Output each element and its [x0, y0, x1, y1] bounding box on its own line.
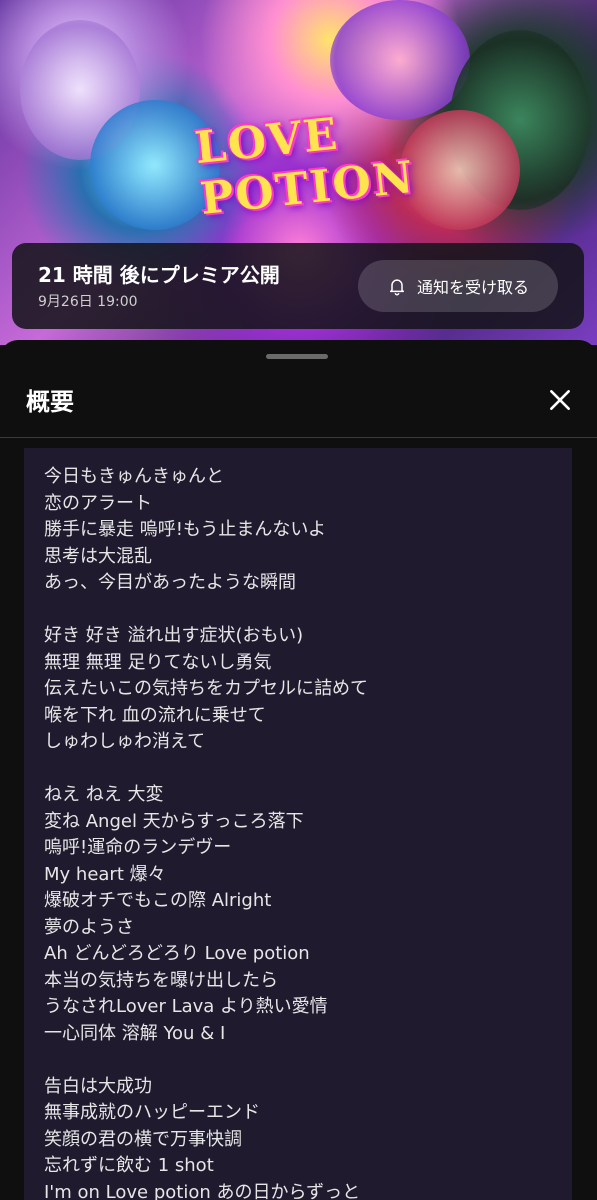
lyric-line: I'm on Love potion あの日からずっと: [44, 1181, 361, 1200]
character-art: [400, 110, 520, 230]
lyric-line: 好き 好き 溢れ出す症状(おもい): [44, 625, 304, 646]
lyric-line: 告白は大成功: [44, 1075, 152, 1097]
bell-icon: [389, 279, 404, 296]
sheet-title: 概要: [26, 388, 74, 416]
page: LOVE POTION 21 時間 後にプレミア公開 9月26日 19:00 通…: [0, 0, 597, 1200]
premiere-countdown: 21 時間 後にプレミア公開: [38, 263, 280, 287]
lyric-line: しゅわしゅわ消えて: [44, 731, 206, 752]
lyric-line: 変ね Angel 天からすっころ落下: [44, 810, 304, 832]
lyric-line: 無事成就のハッピーエンド: [44, 1102, 260, 1123]
divider: [0, 437, 597, 438]
lyric-line: 無理 無理 足りてないし勇気: [44, 651, 272, 673]
drag-handle[interactable]: [266, 354, 328, 359]
love-potion-logo: LOVE POTION: [192, 108, 418, 225]
lyric-line: 伝えたいこの気持ちをカプセルに詰めて: [44, 678, 368, 699]
lyric-line: 本当の気持ちを曝け出したら: [44, 969, 278, 991]
lyric-line: [44, 1047, 564, 1074]
lyric-line: 喉を下れ 血の流れに乗せて: [44, 704, 266, 726]
lyric-line: 思考は大混乱: [44, 545, 152, 567]
lyric-line: うなされLover Lava より熱い愛情: [44, 996, 328, 1017]
premiere-date: 9月26日 19:00: [38, 294, 138, 310]
description-sheet: 概要 今日もきゅんきゅんと 恋のアラート勝手に暴走 嗚呼!もう止まんないよ 思考は大…: [0, 340, 597, 1200]
lyric-line: My heart 爆々: [44, 863, 166, 885]
video-thumbnail[interactable]: LOVE POTION 21 時間 後にプレミア公開 9月26日 19:00 通…: [0, 0, 597, 345]
lyric-line: [44, 597, 564, 624]
lyric-line: 忘れずに飲む 1 shot: [44, 1155, 214, 1176]
lyric-line: あっ、今目があったような瞬間: [44, 572, 296, 593]
close-button[interactable]: [540, 380, 580, 420]
lyric-line: 一心同体 溶解 You & I: [44, 1022, 226, 1044]
lyric-line: ねえ ねえ 大変: [44, 784, 164, 805]
lyric-line: 嗚呼!運命のランデヴー: [44, 837, 232, 858]
premiere-banner: 21 時間 後にプレミア公開 9月26日 19:00 通知を受け取る: [12, 243, 584, 329]
lyric-line: 笑顔の君の横で万事快調: [44, 1128, 242, 1150]
lyrics-text: 今日もきゅんきゅんと 恋のアラート勝手に暴走 嗚呼!もう止まんないよ 思考は大混乱あ…: [44, 464, 564, 1200]
lyric-line: 爆破オチでもこの際 Alright: [44, 890, 272, 911]
lyric-line: 恋のアラート: [44, 492, 152, 514]
lyrics-box: 今日もきゅんきゅんと 恋のアラート勝手に暴走 嗚呼!もう止まんないよ 思考は大混乱あ…: [24, 448, 572, 1200]
notify-button-label: 通知を受け取る: [416, 278, 529, 297]
lyric-line: 今日もきゅんきゅんと: [44, 466, 224, 487]
lyric-line: [44, 756, 564, 783]
lyric-line: Ah どんどろどろり Love potion: [44, 943, 310, 964]
lyric-line: 勝手に暴走 嗚呼!もう止まんないよ: [44, 519, 327, 540]
notify-button[interactable]: 通知を受け取る: [358, 260, 558, 312]
lyric-line: 夢のようさ: [44, 916, 134, 938]
close-icon: [550, 390, 570, 410]
